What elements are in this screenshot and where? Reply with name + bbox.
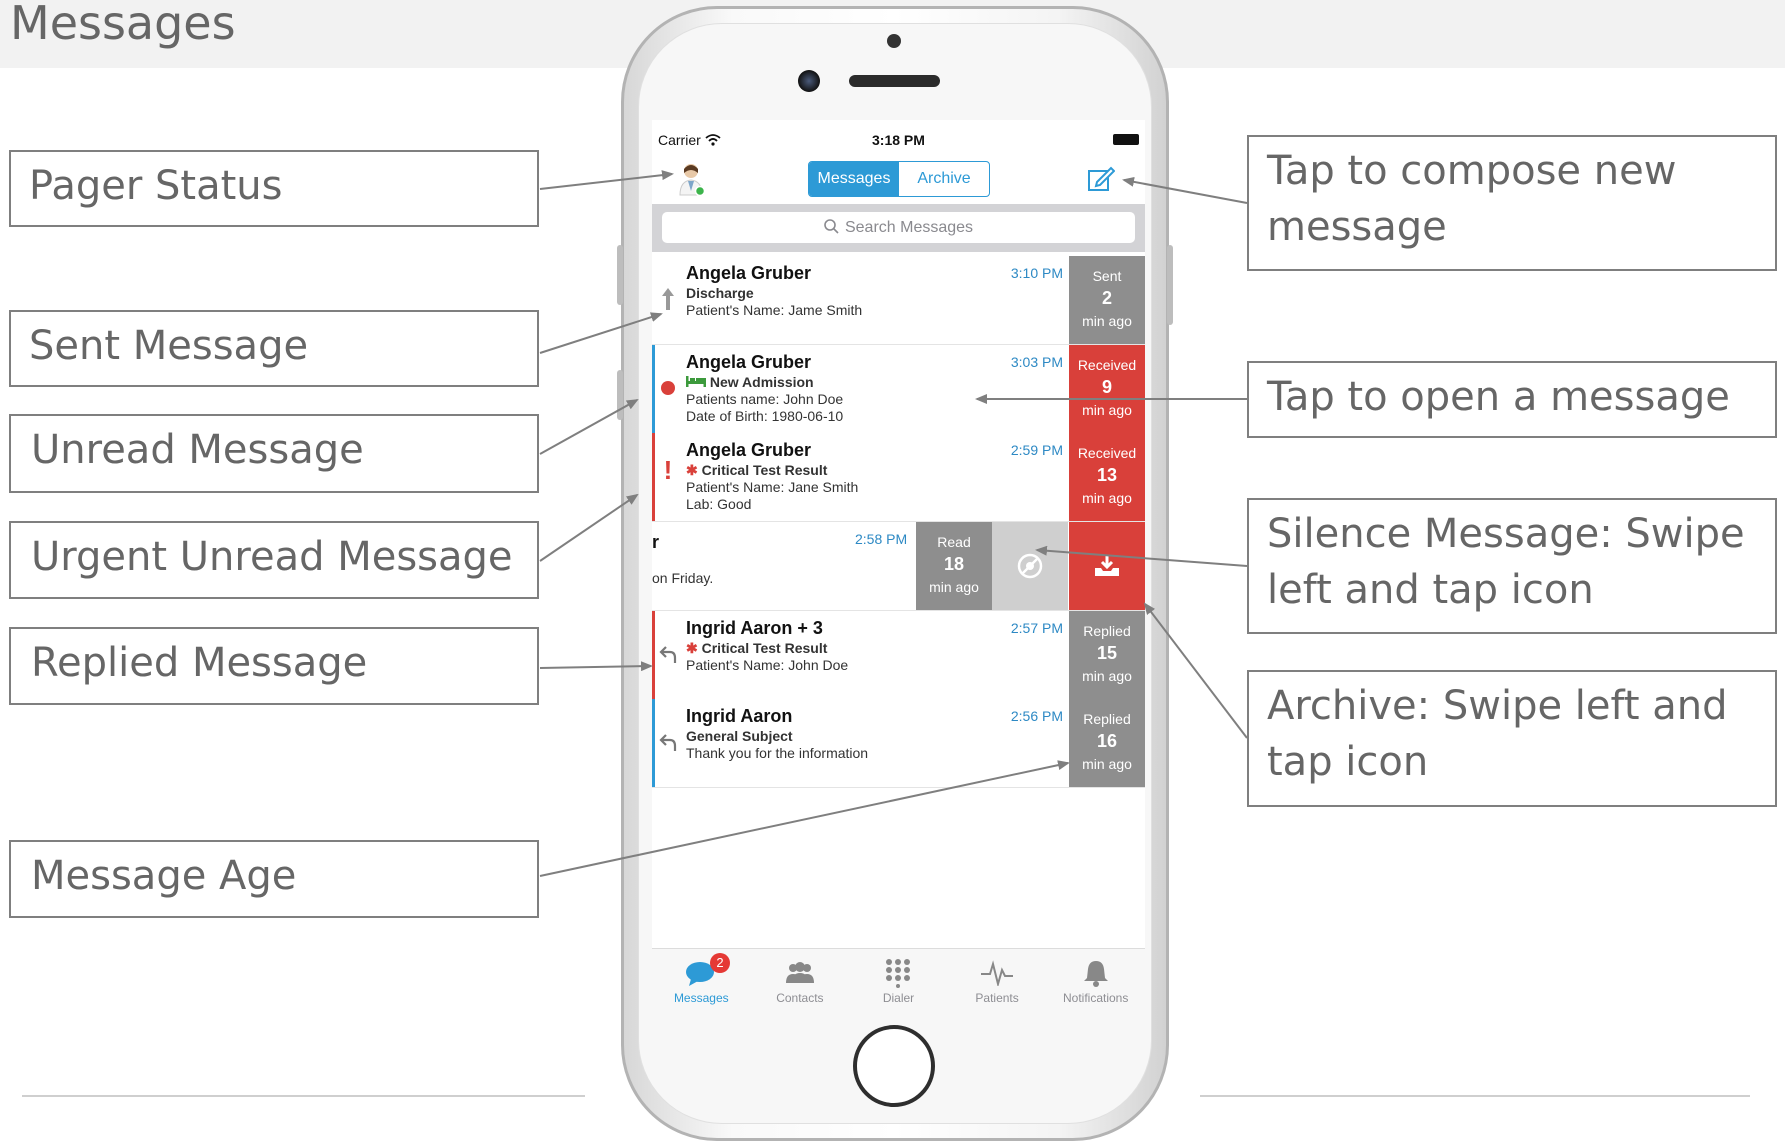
arrow-pager-status: [539, 170, 674, 190]
arrow-replied-message: [539, 661, 653, 672]
arrow-unread-message: [539, 399, 639, 455]
arrow-sent-message: [539, 312, 663, 354]
arrow-message-age: [539, 760, 1070, 877]
arrow-archive: [1143, 602, 1248, 739]
callout-arrows: [539, 170, 1248, 877]
arrow-compose-new: [1122, 176, 1248, 204]
arrow-urgent-unread-message: [539, 493, 639, 562]
arrow-silence-message: [1035, 545, 1248, 567]
